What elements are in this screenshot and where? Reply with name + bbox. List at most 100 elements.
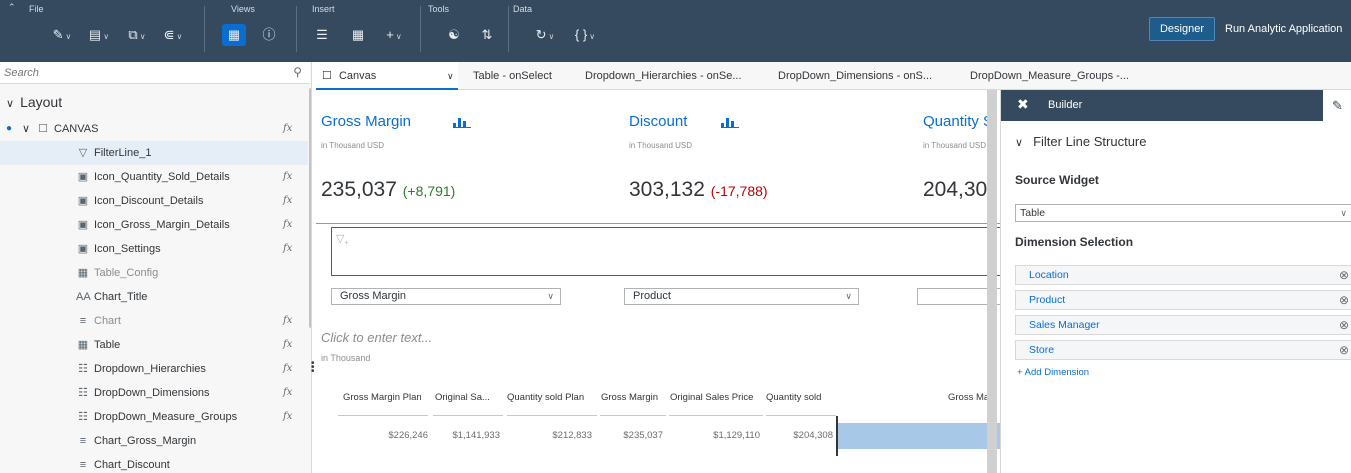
outline-item[interactable]: ▦ Table fx	[0, 333, 308, 357]
outline-item[interactable]: ▣ Icon_Settings fx	[0, 237, 308, 261]
canvas-icon: ☐	[38, 123, 48, 135]
chevron-down-icon[interactable]: ∨	[447, 62, 454, 90]
file-group-label: File	[29, 4, 44, 14]
script-fx-icon[interactable]: fx	[283, 213, 292, 237]
bar-chart-icon[interactable]	[453, 114, 471, 128]
dimension-item[interactable]: Sales Manager ⊗	[1015, 315, 1351, 335]
tab-dropdown-dimensions[interactable]: DropDown_Dimensions - onS...	[778, 62, 932, 90]
tab-dropdown-hierarchies[interactable]: Dropdown_Hierarchies - onSe...	[585, 62, 742, 90]
table-header[interactable]: Gross Margin Plan	[343, 392, 422, 403]
header-underline	[433, 415, 503, 416]
outline-item[interactable]: ≡ Chart_Discount	[0, 453, 308, 473]
builder-title[interactable]: Builder	[1048, 99, 1082, 111]
dimension-item[interactable]: Location ⊗	[1015, 265, 1351, 285]
script-fx-icon[interactable]: fx	[283, 189, 292, 213]
image-icon: ▣	[77, 195, 89, 207]
search-input[interactable]	[4, 65, 284, 81]
outline-item[interactable]: ☷ Dropdown_Hierarchies fx	[0, 357, 308, 381]
outline-item[interactable]: ☷ DropDown_Dimensions fx	[0, 381, 308, 405]
designer-button[interactable]: Designer	[1149, 17, 1215, 41]
outline-item[interactable]: ≡ Chart fx	[0, 309, 308, 333]
outline-item[interactable]: ≡ Chart_Gross_Margin	[0, 429, 308, 453]
tools-sort-icon[interactable]: ⇅	[478, 24, 496, 46]
script-fx-icon[interactable]: fx	[283, 165, 292, 189]
remove-dimension-icon[interactable]: ⊗	[1339, 291, 1349, 309]
kpi-value: 303,132 (-17,788)	[629, 178, 768, 202]
divider	[316, 223, 1000, 224]
dimension-item[interactable]: Store ⊗	[1015, 340, 1351, 360]
remove-dimension-icon[interactable]: ⊗	[1339, 341, 1349, 359]
tab-label: DropDown_Measure_Groups -...	[970, 70, 1129, 82]
filter-add-icon[interactable]: ▽+	[336, 232, 349, 247]
script-fx-icon[interactable]: fx	[283, 309, 292, 333]
search-icon[interactable]: ⚲	[293, 65, 302, 79]
chevron-down-icon[interactable]: ∨	[1015, 137, 1023, 149]
tab-canvas[interactable]: ☐ Canvas ∨	[316, 62, 458, 90]
add-dimension-link[interactable]: + Add Dimension	[1017, 367, 1089, 378]
outline-item-label: Icon_Gross_Margin_Details	[94, 219, 230, 231]
bar-chart-icon[interactable]	[721, 114, 739, 128]
script-fx-icon[interactable]: fx	[283, 117, 292, 141]
source-widget-select[interactable]: Table ∨	[1015, 204, 1351, 222]
outline-item[interactable]: ▽ FilterLine_1	[0, 141, 308, 165]
share-icon[interactable]: ⋐	[160, 24, 186, 46]
table-header[interactable]: Quantity sold	[766, 392, 821, 403]
table-header[interactable]: Original Sales Price	[670, 392, 753, 403]
table-header[interactable]: Original Sa...	[435, 392, 490, 403]
outline-scrollbar[interactable]	[309, 88, 311, 328]
tools-filter-icon[interactable]: ☯	[445, 24, 463, 46]
refresh-icon[interactable]: ↻	[532, 24, 558, 46]
collapse-toolbar-icon[interactable]: ⌃	[8, 2, 16, 13]
layout-header[interactable]: ∨ Layout	[0, 92, 62, 112]
script-fx-icon[interactable]: fx	[283, 381, 292, 405]
tab-table-onselect[interactable]: Table - onSelect	[473, 62, 552, 90]
insert-more-icon[interactable]: +	[380, 24, 408, 46]
application-canvas: Gross Margin in Thousand USD 235,037 (+8…	[316, 90, 1000, 473]
dropdown-value: Product	[633, 290, 671, 302]
script-fx-icon[interactable]: fx	[283, 237, 292, 261]
outline-item[interactable]: ▣ Icon_Discount_Details fx	[0, 189, 308, 213]
remove-dimension-icon[interactable]: ⊗	[1339, 316, 1349, 334]
insert-table-icon[interactable]: ▦	[348, 24, 368, 46]
info-panel-icon[interactable]: ⓘ	[258, 24, 280, 46]
run-analytic-application-button[interactable]: Run Analytic Application	[1225, 17, 1342, 41]
dimension-label: Product	[1029, 294, 1066, 306]
insert-chart-icon[interactable]: ☰	[312, 24, 332, 46]
outline-view-icon[interactable]: ▦	[222, 24, 246, 46]
panel-splitter-handle[interactable]: • • •	[311, 359, 315, 377]
copy-icon[interactable]: ⧉	[124, 24, 150, 46]
chevron-down-icon[interactable]: ∨	[22, 117, 30, 141]
chart-title-text[interactable]: Click to enter text...	[321, 330, 432, 345]
canvas-scrollbar[interactable]	[987, 90, 997, 473]
layout-label: Layout	[20, 94, 63, 110]
outline-item[interactable]: AA Chart_Title	[0, 285, 308, 309]
measure-dropdown[interactable]: Gross Margin ∨	[331, 288, 561, 305]
filter-line-structure-header[interactable]: ∨ Filter Line Structure	[1015, 134, 1147, 149]
edit-icon[interactable]: ✎	[50, 24, 74, 46]
chevron-down-icon[interactable]: ∨	[6, 98, 14, 110]
outline-item[interactable]: ☷ DropDown_Measure_Groups fx	[0, 405, 308, 429]
canvas-icon: ☐	[322, 70, 332, 82]
outline-item[interactable]: ▣ Icon_Gross_Margin_Details fx	[0, 213, 308, 237]
save-icon[interactable]: ▤	[86, 24, 112, 46]
outline-item[interactable]: ● ∨ ☐ CANVAS fx	[0, 117, 308, 141]
script-fx-icon[interactable]: fx	[283, 405, 292, 429]
script-object-icon[interactable]: { }	[568, 24, 602, 46]
styling-brush-icon[interactable]: ✎	[1323, 90, 1351, 121]
toolbar-separator	[204, 6, 205, 52]
outline-item[interactable]: ▣ Icon_Quantity_Sold_Details fx	[0, 165, 308, 189]
dropdown-value: Gross Margin	[340, 290, 407, 302]
dimension-item[interactable]: Product ⊗	[1015, 290, 1351, 310]
remove-dimension-icon[interactable]: ⊗	[1339, 266, 1349, 284]
tab-dropdown-measure-groups[interactable]: DropDown_Measure_Groups -...	[970, 62, 1129, 90]
filter-line-widget[interactable]: ▽+	[331, 227, 1000, 276]
table-cell: $212,833	[552, 430, 592, 441]
script-fx-icon[interactable]: fx	[283, 333, 292, 357]
script-fx-icon[interactable]: fx	[283, 357, 292, 381]
gross-margin-bar[interactable]	[838, 423, 1000, 449]
outline-item[interactable]: ▦ Table_Config	[0, 261, 308, 285]
insert-group-label: Insert	[312, 4, 335, 14]
table-header[interactable]: Quantity sold Plan	[507, 392, 584, 403]
table-header[interactable]: Gross Margin	[601, 392, 658, 403]
dimension-dropdown[interactable]: Product ∨	[624, 288, 859, 305]
